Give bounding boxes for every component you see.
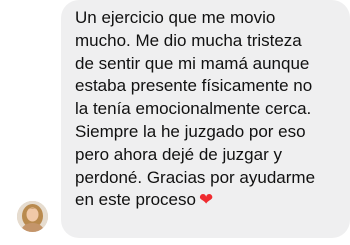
- avatar-photo-icon: [17, 201, 48, 232]
- message-bubble[interactable]: Un ejercicio que me movio mucho. Me dio …: [61, 0, 350, 238]
- chat-message-row: Un ejercicio que me movio mucho. Me dio …: [0, 0, 350, 245]
- message-text: Un ejercicio que me movio mucho. Me dio …: [75, 8, 316, 211]
- red-heart-icon: ❤: [198, 190, 214, 211]
- avatar[interactable]: [17, 201, 48, 232]
